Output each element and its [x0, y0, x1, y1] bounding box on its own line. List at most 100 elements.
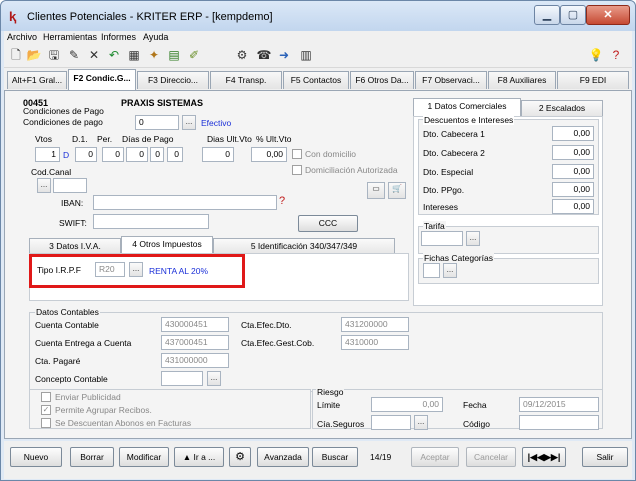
tarifa-input[interactable] [421, 231, 463, 246]
report-icon[interactable]: ☎ [255, 47, 273, 63]
cuenta-entrega-input[interactable]: 437000451 [161, 335, 229, 350]
nuevo-button[interactable]: Nuevo [10, 447, 62, 467]
delete-icon[interactable]: ✕ [85, 47, 103, 63]
help-icon[interactable]: ? [607, 47, 625, 63]
dia-pago-1-input[interactable]: 0 [102, 147, 124, 162]
domiciliacion-checkbox[interactable] [292, 165, 302, 175]
pct-ult-vto-label: % Ult.Vto [256, 134, 292, 144]
vtos-input[interactable]: 1 [35, 147, 60, 162]
tab-edi[interactable]: F9 EDI [557, 71, 629, 89]
chart-icon[interactable]: ▤ [165, 47, 183, 63]
close-button[interactable]: ✕ [586, 5, 630, 25]
cta-pagare-input[interactable]: 431000000 [161, 353, 229, 368]
cia-seguros-input[interactable] [371, 415, 411, 430]
tarifa-lookup-button[interactable]: ... [466, 231, 480, 246]
cart-icon[interactable]: 🛒 [388, 182, 406, 199]
ccc-button[interactable]: CCC [298, 215, 358, 232]
card-icon[interactable]: ▭ [367, 182, 385, 199]
cancelar-button[interactable]: Cancelar [466, 447, 516, 467]
cod-canal-lookup-button[interactable]: ... [37, 178, 51, 193]
title-bar: ⱪ Clientes Potenciales - KRITER ERP - [k… [1, 1, 635, 31]
fecha-input[interactable]: 09/12/2015 [519, 397, 599, 412]
tab-observaciones[interactable]: F7 Observaci... [415, 71, 487, 89]
subtab-identificacion[interactable]: 5 Identificación 340/347/349 [213, 238, 395, 254]
tab-escalados[interactable]: 2 Escalados [521, 100, 603, 116]
codigo-input[interactable] [519, 415, 599, 430]
subtab-otros-impuestos[interactable]: 4 Otros Impuestos [121, 236, 213, 254]
intereses-input[interactable]: 0,00 [552, 199, 594, 214]
fichas-input[interactable] [423, 263, 440, 278]
menu-informes[interactable]: Informes [101, 32, 136, 42]
dto-ppgo-input[interactable]: 0,00 [552, 182, 594, 197]
cuenta-contable-input[interactable]: 430000451 [161, 317, 229, 332]
aceptar-button[interactable]: Aceptar [411, 447, 459, 467]
menu-herramientas[interactable]: Herramientas [43, 32, 97, 42]
cond-pago-label: Condiciones de pago [23, 117, 103, 127]
dia-pago-4-input[interactable]: 0 [167, 147, 183, 162]
tab-contactos[interactable]: F5 Contactos [283, 71, 349, 89]
tools-icon[interactable]: ⚙ [233, 47, 251, 63]
minimize-button[interactable]: ▁ [534, 5, 560, 25]
menu-bar: Archivo Herramientas Informes Ayuda [4, 31, 632, 44]
irpf-code-input[interactable]: R20 [95, 262, 125, 277]
tab-condiciones[interactable]: F2 Condic.G... [68, 69, 136, 90]
ir-a-button[interactable]: ▲ Ir a ... [174, 447, 224, 467]
dias-ult-vto-input[interactable]: 0 [202, 147, 234, 162]
cia-seguros-lookup-button[interactable]: ... [414, 415, 428, 430]
pct-ult-vto-input[interactable]: 0,00 [251, 147, 287, 162]
subtab-datos-iva[interactable]: 3 Datos I.V.A. [29, 238, 121, 254]
calculator-icon[interactable]: ▥ [297, 47, 315, 63]
iban-input[interactable] [93, 195, 277, 210]
tab-auxiliares[interactable]: F8 Auxiliares [488, 71, 556, 89]
gear-icon[interactable]: ⚙ [229, 447, 251, 467]
client-name: PRAXIS SISTEMAS [121, 98, 204, 108]
edit-icon[interactable]: ✎ [65, 47, 83, 63]
dto-cabecera-1-input[interactable]: 0,00 [552, 126, 594, 141]
avanzada-button[interactable]: Avanzada [257, 447, 309, 467]
modificar-button[interactable]: Modificar [119, 447, 169, 467]
dia-pago-3-input[interactable]: 0 [150, 147, 164, 162]
grid-icon[interactable]: ▦ [125, 47, 143, 63]
con-domicilio-checkbox[interactable] [292, 149, 302, 159]
cta-efec-gest-input[interactable]: 4310000 [341, 335, 409, 350]
cta-pagare-label: Cta. Pagaré [35, 356, 81, 366]
tab-general[interactable]: Alt+F1 Gral... [7, 71, 67, 89]
cond-pago-input[interactable]: 0 [135, 115, 179, 130]
tab-datos-comerciales[interactable]: 1 Datos Comerciales [413, 98, 521, 116]
fichas-lookup-button[interactable]: ... [443, 263, 457, 278]
menu-ayuda[interactable]: Ayuda [143, 32, 168, 42]
help-icon[interactable]: ? [279, 195, 285, 207]
undo-icon[interactable]: ↶ [105, 47, 123, 63]
tab-transporte[interactable]: F4 Transp. [210, 71, 282, 89]
new-document-icon[interactable]: 🗋 [7, 47, 25, 63]
menu-archivo[interactable]: Archivo [7, 32, 37, 42]
dto-cabecera-2-input[interactable]: 0,00 [552, 145, 594, 160]
save-icon[interactable]: 🖫 [45, 47, 63, 63]
irpf-lookup-button[interactable]: ... [129, 262, 143, 277]
lightbulb-icon[interactable]: 💡 [587, 47, 605, 63]
cod-canal-input[interactable] [53, 178, 87, 193]
limite-input[interactable]: 0,00 [371, 397, 443, 412]
buscar-button[interactable]: Buscar [312, 447, 358, 467]
permite-agrupar-checkbox[interactable]: ✓ [41, 405, 51, 415]
concepto-lookup-button[interactable]: ... [207, 371, 221, 386]
cta-efec-dto-input[interactable]: 431200000 [341, 317, 409, 332]
concepto-contable-input[interactable] [161, 371, 203, 386]
swift-input[interactable] [93, 214, 209, 229]
enviar-publicidad-checkbox[interactable] [41, 392, 51, 402]
descuentan-abonos-checkbox[interactable] [41, 418, 51, 428]
attach-icon[interactable]: ✐ [185, 47, 203, 63]
tab-direcciones[interactable]: F3 Direccio... [137, 71, 209, 89]
open-folder-icon[interactable]: 📂 [25, 47, 43, 63]
per-input[interactable]: 0 [75, 147, 97, 162]
borrar-button[interactable]: Borrar [70, 447, 114, 467]
arrow-icon[interactable]: ➜ [275, 47, 293, 63]
wizard-icon[interactable]: ✦ [145, 47, 163, 63]
tab-otros-datos[interactable]: F6 Otros Da... [350, 71, 414, 89]
cond-pago-lookup-button[interactable]: ... [182, 115, 196, 130]
salir-button[interactable]: Salir [582, 447, 628, 467]
dto-especial-input[interactable]: 0,00 [552, 164, 594, 179]
dia-pago-2-input[interactable]: 0 [126, 147, 148, 162]
maximize-button[interactable]: ▢ [560, 5, 586, 25]
record-navigation-icon[interactable]: |◀◀▶▶| [522, 447, 566, 467]
